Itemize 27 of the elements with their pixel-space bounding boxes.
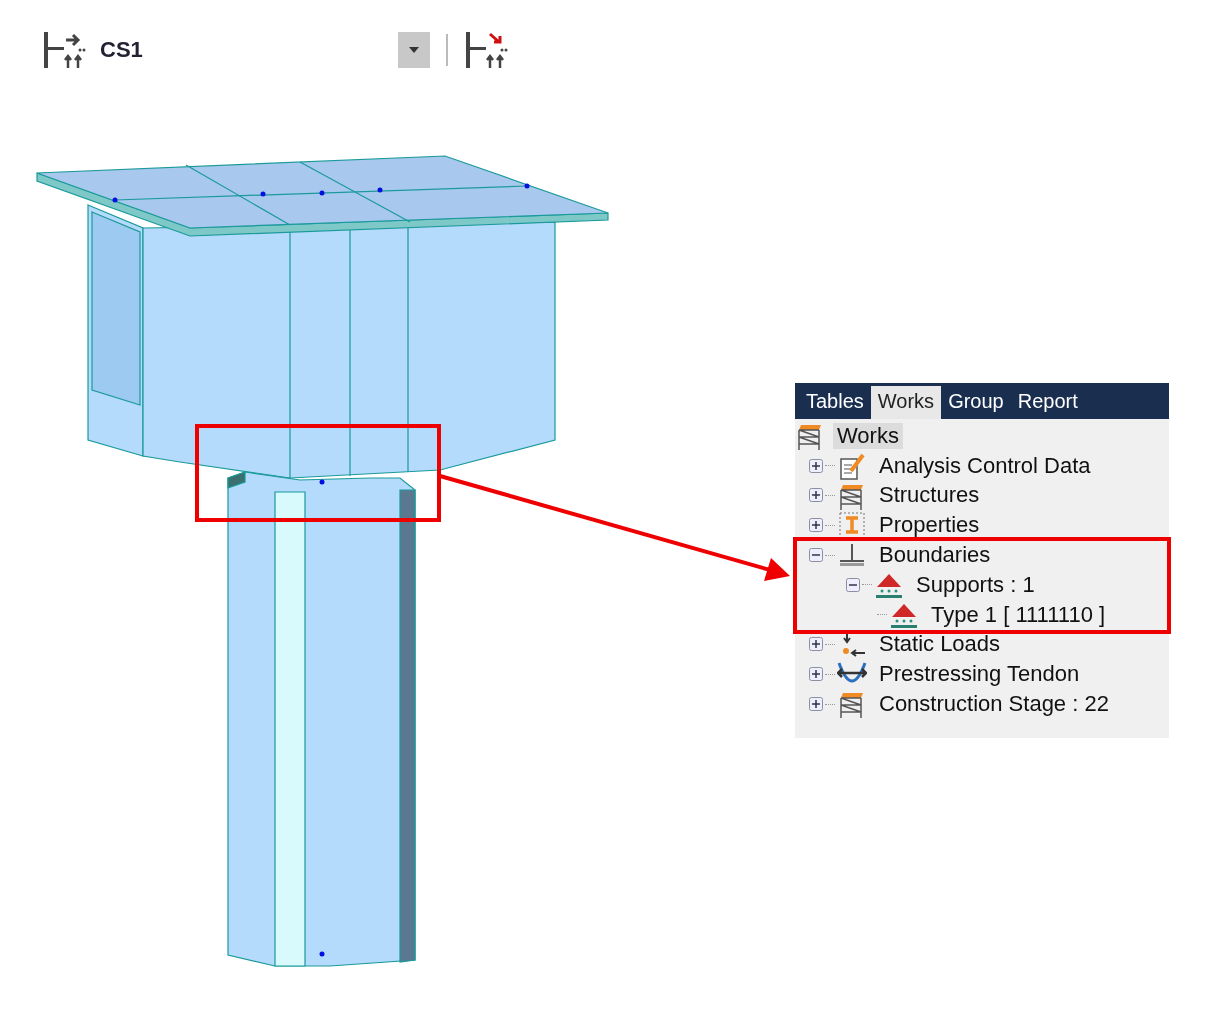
stage-arrow-icon[interactable] [464, 30, 508, 70]
panel-tab[interactable]: Group [941, 386, 1011, 419]
dropdown-button[interactable] [398, 32, 430, 68]
panel-tab[interactable]: Works [870, 386, 942, 419]
panel-tab[interactable]: Tables [799, 386, 871, 419]
expand-toggle-icon[interactable] [809, 488, 823, 503]
tree-item[interactable]: Construction Stage : 22 [875, 691, 1113, 718]
tree-item[interactable]: Properties [875, 512, 984, 539]
expand-toggle-icon[interactable] [809, 518, 823, 533]
expand-toggle-icon[interactable] [846, 577, 860, 592]
stage-dropdown[interactable]: CS1 [100, 32, 430, 68]
tree-item[interactable]: Boundaries [875, 542, 995, 569]
caret-icon [409, 47, 419, 53]
expand-toggle-icon[interactable] [809, 548, 823, 563]
expand-toggle-icon[interactable] [809, 637, 823, 652]
tree-item[interactable]: Type 1 [ 1111110 ] [927, 601, 1110, 628]
tree-item[interactable]: Static Loads [875, 631, 1005, 658]
panel-tab[interactable]: Report [1010, 386, 1085, 419]
tree-item[interactable]: Supports : 1 [912, 571, 1039, 598]
tree-item[interactable]: Structures [875, 482, 984, 509]
stage-icon[interactable] [42, 30, 86, 70]
tree-item[interactable]: Prestressing Tendon [875, 661, 1084, 688]
expand-toggle-icon[interactable] [809, 667, 823, 682]
expand-toggle-icon[interactable] [809, 697, 823, 712]
tree-item[interactable]: Analysis Control Data [875, 452, 1095, 479]
tree-item[interactable]: Works [833, 422, 903, 449]
expand-toggle-icon[interactable] [809, 458, 823, 473]
